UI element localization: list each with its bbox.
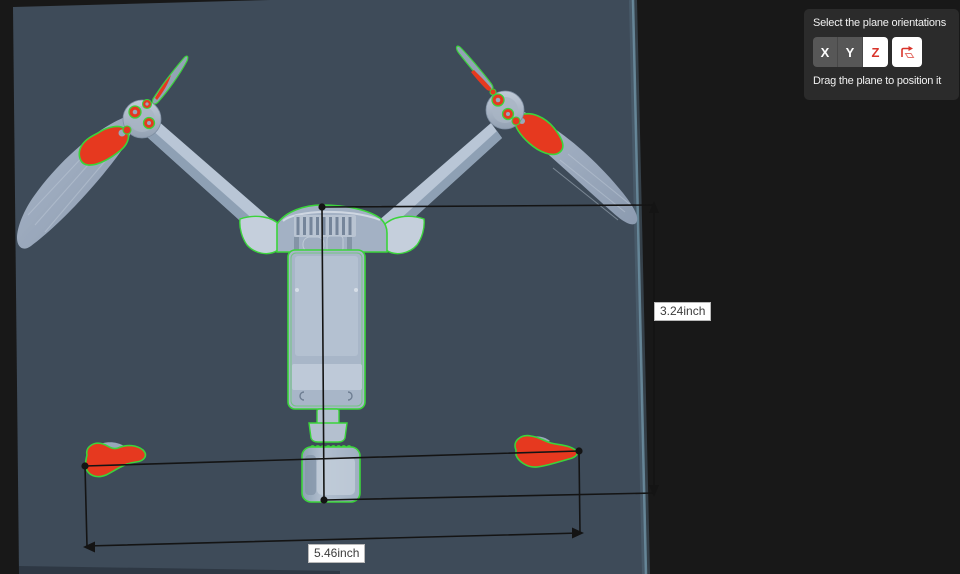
plane-x-button[interactable]: X bbox=[813, 37, 838, 67]
flip-plane-button[interactable] bbox=[892, 37, 922, 67]
measure-point bbox=[320, 496, 328, 504]
plane-y-button[interactable]: Y bbox=[838, 37, 863, 67]
drone-vent-grille bbox=[296, 217, 352, 235]
measure-point bbox=[318, 203, 326, 211]
drone-body bbox=[287, 249, 366, 410]
drone-left-motor-hub bbox=[122, 98, 162, 139]
vertical-dimension-label: 3.24inch bbox=[654, 302, 712, 321]
drone-gimbal-camera bbox=[301, 445, 361, 503]
plane-z-button[interactable]: Z bbox=[863, 37, 888, 67]
flip-plane-icon bbox=[900, 45, 914, 58]
panel-hint: Drag the plane to position it bbox=[813, 75, 942, 87]
measure-point bbox=[575, 447, 583, 455]
plane-orientation-panel: Select the plane orientations X Y Z Drag… bbox=[804, 9, 959, 100]
arrow-up bbox=[649, 201, 659, 213]
panel-title: Select the plane orientations bbox=[813, 17, 947, 29]
plane-axis-segmented-control: X Y Z bbox=[813, 37, 888, 67]
measure-point bbox=[81, 462, 89, 470]
arrow-down bbox=[649, 485, 659, 497]
horizontal-dimension-label: 5.46inch bbox=[308, 544, 366, 563]
